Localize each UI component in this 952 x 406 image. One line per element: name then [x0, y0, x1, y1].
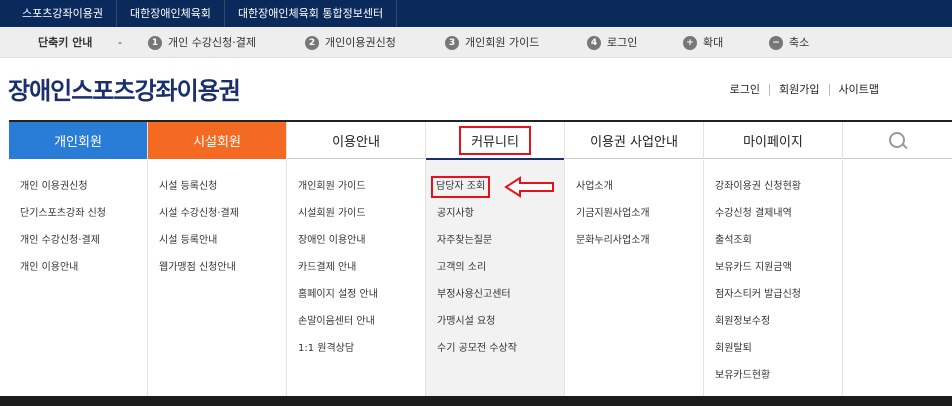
menu-item[interactable]: 장애인 이용안내: [287, 234, 425, 261]
menu-item[interactable]: 보유카드 지원금액: [704, 261, 842, 288]
shortcut-title: 단축키 안내: [38, 36, 93, 49]
search-icon: [888, 131, 907, 150]
menu-item[interactable]: 회원정보수정: [704, 315, 842, 342]
menu-col-empty: [843, 160, 952, 396]
sitemap-link[interactable]: 사이트맵: [828, 84, 888, 96]
menu-item[interactable]: 점자스티커 발급신청: [704, 288, 842, 315]
nav-usage-guide[interactable]: 이용안내: [287, 122, 426, 159]
menu-col-business: 사업소개 기금지원사업소개 문화누리사업소개: [565, 160, 704, 396]
menu-item[interactable]: 기금지원사업소개: [565, 207, 703, 234]
plus-icon: +: [683, 35, 697, 50]
shortcut-item-voucher-apply[interactable]: 2 개인이용권신청: [305, 27, 396, 58]
site-logo[interactable]: 장애인스포츠강좌이용권: [8, 71, 241, 106]
nav-mypage[interactable]: 마이페이지: [704, 122, 843, 159]
shortcut-item-member-guide[interactable]: 3 개인회원 가이드: [445, 27, 539, 58]
number-3-icon: 3: [445, 35, 459, 50]
shortcut-item-zoom-in[interactable]: + 확대: [683, 27, 723, 58]
minus-icon: −: [769, 35, 783, 50]
menu-item[interactable]: 수기 공모전 수상작: [426, 342, 564, 369]
menu-col-facility: 시설 등록신청 시설 수강신청·결제 시설 등록안내 웹가맹점 신청안내: [148, 160, 287, 396]
top-link-bar: 스포츠강좌이용권 대한장애인체육회 대한장애인체육회 통합정보센터: [0, 0, 952, 27]
menu-item[interactable]: 개인 수강신청·결제: [9, 234, 147, 261]
menu-item[interactable]: 손말이음센터 안내: [287, 315, 425, 342]
highlight-box: 담당자 조회: [431, 176, 491, 198]
mega-menu: 개인 이용권신청 단기스포츠강좌 신청 개인 수강신청·결제 개인 이용안내 시…: [9, 160, 952, 396]
menu-item[interactable]: 출석조회: [704, 234, 842, 261]
menu-item[interactable]: 단기스포츠강좌 신청: [9, 207, 147, 234]
menu-item[interactable]: 회원탈퇴: [704, 342, 842, 369]
menu-item[interactable]: 강좌이용권 신청현황: [704, 180, 842, 207]
shortcut-item-zoom-out[interactable]: − 축소: [769, 27, 809, 58]
signup-link[interactable]: 회원가입: [769, 84, 828, 96]
menu-item[interactable]: 시설 수강신청·결제: [148, 207, 286, 234]
menu-item[interactable]: 문화누리사업소개: [565, 234, 703, 261]
nav-community[interactable]: 커뮤니티: [426, 122, 565, 160]
menu-item[interactable]: 가맹시설 요청: [426, 315, 564, 342]
menu-item[interactable]: 고객의 소리: [426, 261, 564, 288]
number-4-icon: 4: [587, 35, 601, 50]
bottom-bar: [0, 396, 952, 406]
menu-item[interactable]: 부정사용신고센터: [426, 288, 564, 315]
number-2-icon: 2: [305, 35, 319, 50]
menu-item[interactable]: 1:1 원격상담: [287, 342, 425, 369]
shortcut-bar: 단축키 안내 - 1 개인 수강신청·결제 2 개인이용권신청 3 개인회원 가…: [0, 27, 952, 58]
nav-community-highlight: 커뮤니티: [459, 126, 531, 155]
login-link[interactable]: 로그인: [721, 84, 769, 96]
main-nav: 개인회원 시설회원 이용안내 커뮤니티 이용권 사업안내 마이페이지: [9, 120, 952, 160]
menu-item[interactable]: 자주찾는질문: [426, 234, 564, 261]
menu-item[interactable]: 공지사항: [426, 207, 564, 234]
menu-item[interactable]: 수강신청 결제내역: [704, 207, 842, 234]
top-link-info-center[interactable]: 대한장애인체육회 통합정보센터: [225, 0, 398, 27]
menu-col-personal: 개인 이용권신청 단기스포츠강좌 신청 개인 수강신청·결제 개인 이용안내: [9, 160, 148, 396]
top-link-kpc[interactable]: 대한장애인체육회: [117, 0, 225, 27]
menu-item[interactable]: 개인 이용권신청: [9, 180, 147, 207]
search-button[interactable]: [843, 122, 952, 159]
menu-item[interactable]: 시설 등록신청: [148, 180, 286, 207]
menu-item[interactable]: 사업소개: [565, 180, 703, 207]
menu-col-guide: 개인회원 가이드 시설회원 가이드 장애인 이용안내 카드결제 안내 홈페이지 …: [287, 160, 426, 396]
top-link-sports-voucher[interactable]: 스포츠강좌이용권: [0, 0, 117, 27]
menu-item[interactable]: 개인회원 가이드: [287, 180, 425, 207]
utility-links: 로그인 회원가입 사이트맵: [721, 84, 888, 96]
menu-item[interactable]: 시설 등록안내: [148, 234, 286, 261]
shortcut-item-login[interactable]: 4 로그인: [587, 27, 637, 58]
menu-item[interactable]: 홈페이지 설정 안내: [287, 288, 425, 315]
menu-item[interactable]: 시설회원 가이드: [287, 207, 425, 234]
menu-item[interactable]: 보유카드현황: [704, 369, 842, 396]
menu-item[interactable]: 개인 이용안내: [9, 261, 147, 288]
nav-business-info[interactable]: 이용권 사업안내: [565, 122, 704, 159]
menu-item[interactable]: 카드결제 안내: [287, 261, 425, 288]
menu-col-mypage: 강좌이용권 신청현황 수강신청 결제내역 출석조회 보유카드 지원금액 점자스티…: [704, 160, 843, 396]
nav-facility-member[interactable]: 시설회원: [148, 122, 287, 159]
shortcut-dash: -: [118, 36, 122, 49]
left-arrow-icon: [504, 176, 554, 198]
number-1-icon: 1: [148, 35, 162, 50]
menu-item[interactable]: 웹가맹점 신청안내: [148, 261, 286, 288]
shortcut-item-course-payment[interactable]: 1 개인 수강신청·결제: [148, 27, 256, 58]
nav-personal-member[interactable]: 개인회원: [9, 122, 148, 159]
